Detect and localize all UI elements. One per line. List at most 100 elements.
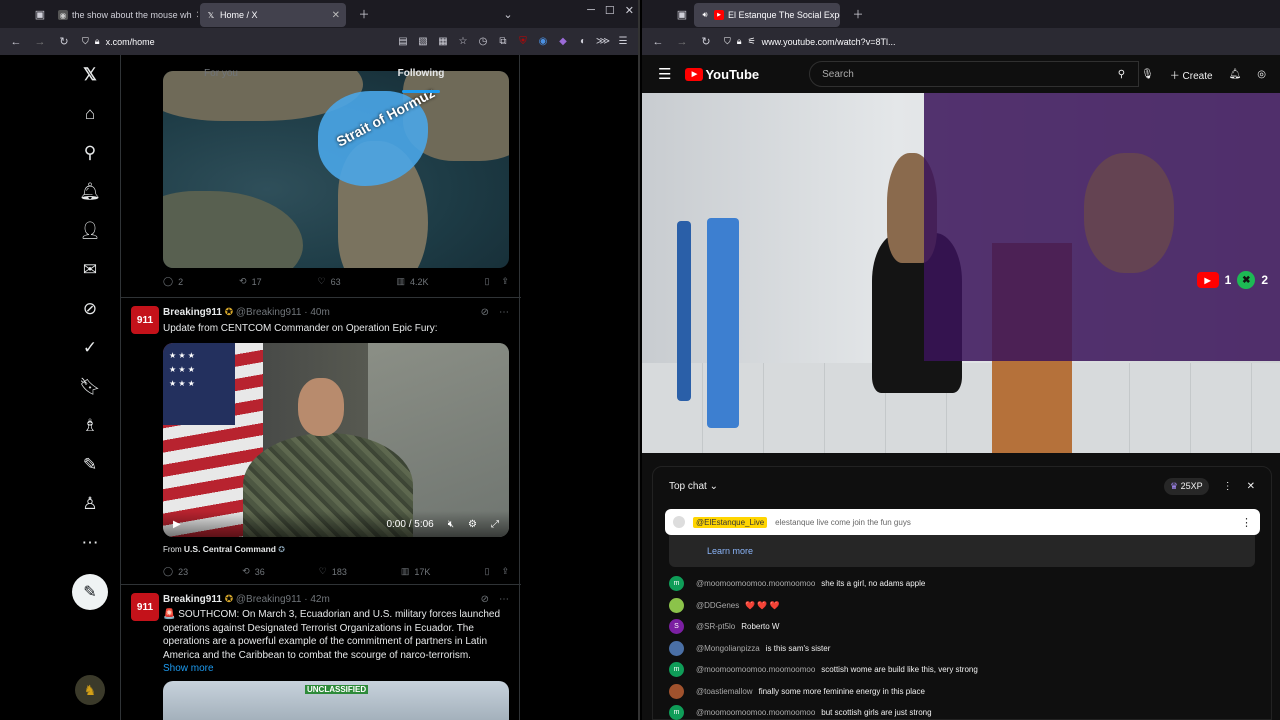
search-icon[interactable]: ⚲ bbox=[70, 133, 110, 172]
tweet[interactable]: 911 Breaking911 ✪ @Breaking911 · 42m ⊘ ⋯… bbox=[121, 584, 521, 720]
bookmark-star-icon[interactable]: ☆ bbox=[454, 32, 472, 52]
chat-message[interactable]: @Mongolianpizza is this sam's sister bbox=[669, 638, 1255, 660]
chat-message[interactable]: m @moomoomoomoo.moomoomoo she its a girl, … bbox=[669, 573, 1255, 595]
bookmark-icon[interactable]: ▯ bbox=[484, 566, 489, 577]
chat-author[interactable]: @moomoomoomoo.moomoomoo bbox=[696, 579, 815, 588]
chat-mode-dropdown[interactable]: Top chat ⌄ bbox=[669, 481, 718, 492]
notifications-icon[interactable]: 🔔︎ bbox=[70, 172, 110, 211]
repost-button[interactable]: ⟲ 17 bbox=[239, 276, 262, 287]
source-name[interactable]: U.S. Central Command bbox=[184, 544, 276, 554]
tab-for-you[interactable]: For you bbox=[121, 55, 321, 93]
author-name[interactable]: Breaking911 bbox=[163, 594, 222, 605]
vpn-icon[interactable]: ◉ bbox=[534, 32, 552, 52]
settings-icon[interactable]: ⚙ bbox=[468, 519, 477, 530]
repost-button[interactable]: ⟲ 36 bbox=[242, 566, 265, 577]
bookmarks-icon[interactable]: 🔖︎ bbox=[70, 367, 110, 406]
user-avatar[interactable]: ♞ bbox=[75, 675, 105, 705]
menu-icon[interactable]: ☰ bbox=[614, 32, 632, 52]
helicopter-image[interactable]: UNCLASSIFIED bbox=[163, 681, 509, 720]
extension-icon[interactable]: ⧉ bbox=[494, 32, 512, 52]
verified-icon[interactable]: ✓ bbox=[70, 328, 110, 367]
grok-icon[interactable]: ⊘ bbox=[70, 289, 110, 328]
notifications-icon[interactable]: 🔔︎ bbox=[1229, 69, 1242, 80]
grok-explain-icon[interactable]: ⊘ bbox=[481, 307, 489, 318]
learn-more-link[interactable]: Learn more bbox=[669, 535, 1255, 567]
tab-overflow-icon[interactable]: ⌄ bbox=[498, 4, 518, 24]
back-icon[interactable]: ← bbox=[648, 32, 668, 52]
history-icon[interactable]: ◷ bbox=[474, 32, 492, 52]
screenshot-icon[interactable]: ▧ bbox=[414, 32, 432, 52]
reload-icon[interactable]: ↻ bbox=[54, 32, 74, 52]
reply-button[interactable]: ◯ 2 bbox=[163, 276, 183, 287]
close-tab-icon[interactable]: ✕ bbox=[196, 10, 198, 21]
chat-author[interactable]: @toastiemallow bbox=[696, 687, 753, 696]
search-icon[interactable]: ⚲ bbox=[1118, 69, 1125, 80]
maximize-icon[interactable]: ☐ bbox=[605, 4, 615, 17]
pinned-message[interactable]: @ElEstanque_Live elestanque live come jo… bbox=[665, 509, 1260, 535]
fullscreen-icon[interactable]: ⤢ bbox=[491, 519, 499, 530]
more-options-icon[interactable]: ⋯ bbox=[499, 307, 509, 318]
profile-icon[interactable]: ♙ bbox=[70, 484, 110, 523]
hamburger-menu-icon[interactable]: ☰ bbox=[658, 65, 671, 83]
address-bar[interactable]: ⛉ 🔒︎ x.com/home bbox=[78, 32, 390, 52]
tab-mouse-show[interactable]: ◉ the show about the mouse wh ✕ bbox=[52, 3, 198, 27]
follow-icon[interactable]: 👤︎ bbox=[70, 211, 110, 250]
ext-purple-icon[interactable]: ◆ bbox=[554, 32, 572, 52]
address-bar[interactable]: ⛉ 🔒︎ ⚟ www.youtube.com/watch?v=8Tl... bbox=[720, 32, 1274, 52]
breaking911-avatar[interactable]: 911 bbox=[131, 306, 159, 334]
close-tab-icon[interactable]: ✕ bbox=[332, 10, 340, 21]
chat-more-icon[interactable]: ⋮ bbox=[1223, 481, 1233, 492]
strait-map-image[interactable]: Strait of Hormuz bbox=[163, 71, 509, 268]
ublock-icon[interactable]: ⛨ bbox=[514, 32, 532, 52]
author-name[interactable]: Breaking911 bbox=[163, 307, 222, 318]
write-icon[interactable]: ✎ bbox=[70, 445, 110, 484]
tweet[interactable]: 911 Breaking911 ✪ @Breaking911 · 40m ⊘ ⋯… bbox=[121, 297, 521, 584]
chat-author[interactable]: @SR-pt5lo bbox=[696, 622, 735, 631]
xp-badge[interactable]: ♛ 25XP bbox=[1163, 477, 1209, 495]
like-button[interactable]: ♡ 63 bbox=[318, 276, 341, 287]
new-tab-icon[interactable]: ＋ bbox=[354, 4, 374, 24]
breaking911-avatar[interactable]: 911 bbox=[131, 593, 159, 621]
share-icon[interactable]: ⇪ bbox=[501, 276, 509, 287]
video-player[interactable]: ▶ 1 ✖ 2 bbox=[642, 93, 1280, 453]
views-button[interactable]: ▥ 4.2K bbox=[397, 276, 429, 287]
close-window-icon[interactable]: ✕ bbox=[625, 4, 634, 17]
chat-avatar[interactable]: m bbox=[669, 576, 684, 592]
play-icon[interactable]: ▶ bbox=[173, 519, 181, 530]
pinned-more-icon[interactable]: ⋮ bbox=[1241, 516, 1252, 529]
tab-list-icon[interactable]: ▣ bbox=[672, 4, 692, 24]
views-button[interactable]: ▥ 17K bbox=[401, 566, 431, 577]
share-icon[interactable]: ⇪ bbox=[501, 566, 509, 577]
chat-author[interactable]: @Mongolianpizza bbox=[696, 644, 760, 653]
pip-icon[interactable]: ▦ bbox=[434, 32, 452, 52]
mute-icon[interactable]: 🔇︎ bbox=[448, 519, 454, 530]
chat-avatar[interactable] bbox=[669, 683, 684, 699]
permissions-icon[interactable]: ⚟ bbox=[748, 36, 756, 47]
chat-avatar[interactable]: m bbox=[669, 705, 684, 720]
show-more-link[interactable]: Show more bbox=[163, 663, 214, 674]
back-icon[interactable]: ← bbox=[6, 32, 26, 52]
create-button[interactable]: ＋ Create bbox=[1170, 67, 1213, 82]
grok-explain-icon[interactable]: ⊘ bbox=[481, 594, 489, 605]
close-chat-icon[interactable]: ✕ bbox=[1247, 481, 1255, 492]
youtube-logo[interactable]: ▶ YouTube bbox=[685, 67, 759, 82]
chat-avatar[interactable] bbox=[669, 640, 684, 656]
jobs-icon[interactable]: ♗ bbox=[70, 406, 110, 445]
video-player[interactable]: ▶ 0:00 / 5:06 🔇︎ ⚙ ⤢ bbox=[163, 343, 509, 537]
chat-avatar[interactable]: m bbox=[669, 662, 684, 678]
like-button[interactable]: ♡ 183 bbox=[319, 566, 347, 577]
account-icon[interactable]: ◐ bbox=[574, 32, 592, 52]
forward-icon[interactable]: → bbox=[672, 32, 692, 52]
new-tab-icon[interactable]: ＋ bbox=[848, 4, 868, 24]
chat-message[interactable]: m @moomoomoomoo.moomoomoo scottish wome ar… bbox=[669, 659, 1255, 681]
forward-icon[interactable]: → bbox=[30, 32, 50, 52]
x-logo-icon[interactable]: 𝕏 bbox=[70, 55, 110, 94]
minimize-icon[interactable]: ─ bbox=[587, 4, 595, 17]
chat-avatar[interactable]: S bbox=[669, 619, 684, 635]
reply-button[interactable]: ◯ 23 bbox=[163, 566, 188, 577]
chat-author[interactable]: @moomoomoomoo.moomoomoo bbox=[696, 708, 815, 717]
chat-message[interactable]: @toastiemallow finally some more feminine… bbox=[669, 681, 1255, 703]
chat-avatar[interactable] bbox=[669, 597, 684, 613]
search-input[interactable]: Search bbox=[809, 61, 1140, 87]
tab-youtube-video[interactable]: 🔊︎ ▶ El Estanque The Social Expe ✕ bbox=[694, 3, 840, 27]
